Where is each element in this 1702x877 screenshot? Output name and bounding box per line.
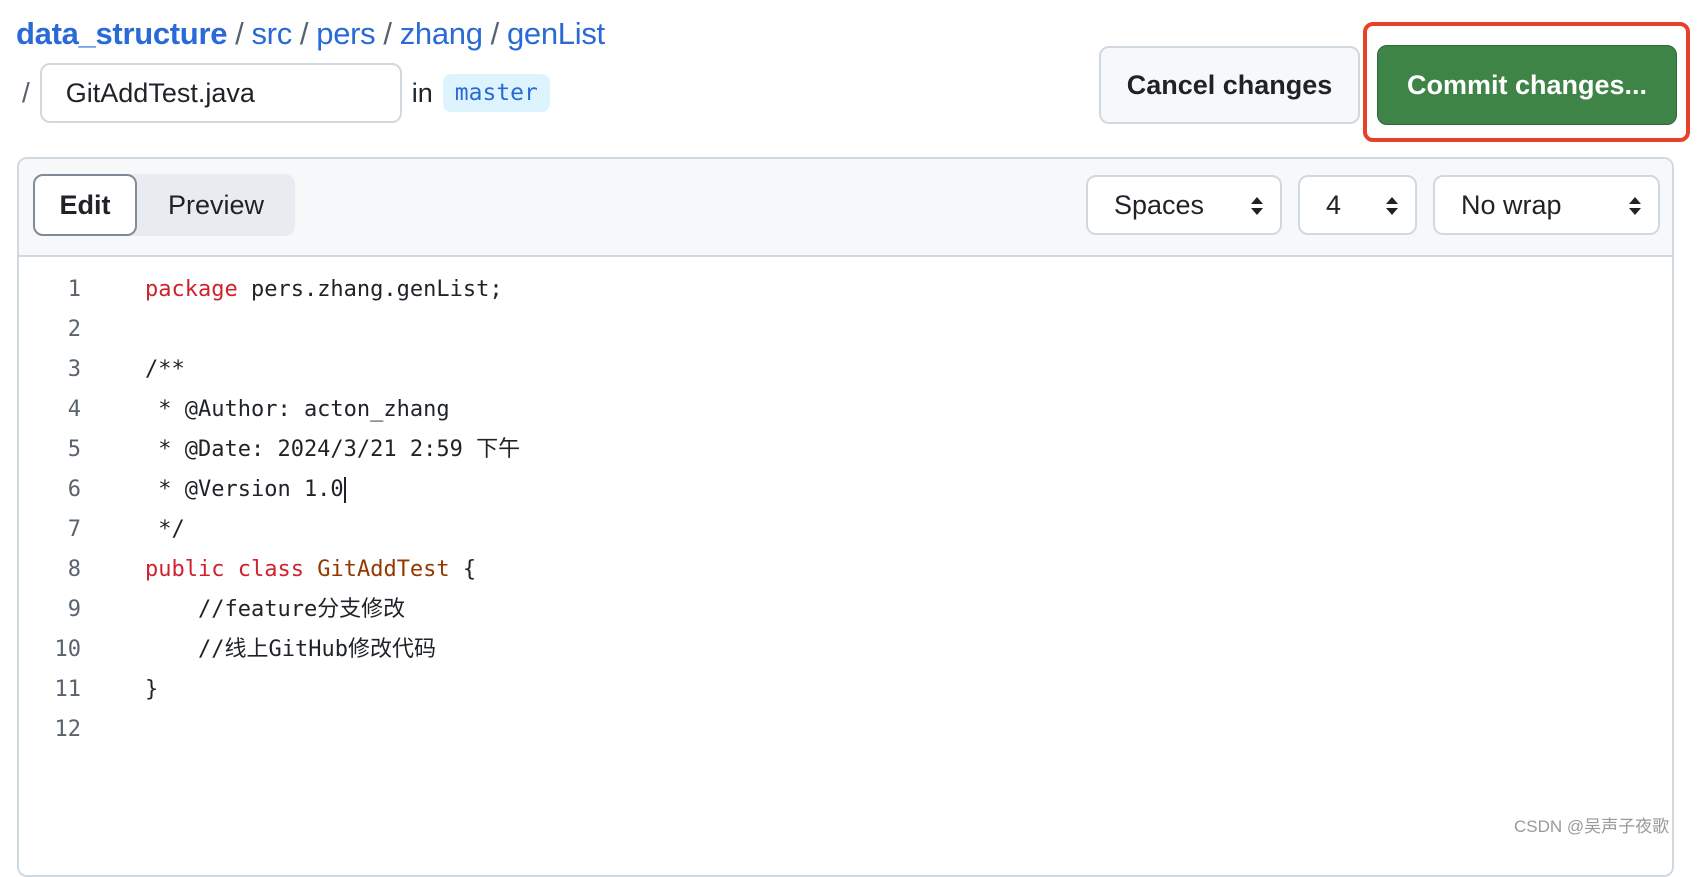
select-arrows-icon: [1629, 197, 1641, 215]
line-text: //feature分支修改: [145, 590, 405, 630]
code-token: //feature分支修改: [145, 597, 406, 622]
line-text: * @Version 1.0: [145, 470, 346, 510]
wrap-mode-value: No wrap: [1461, 189, 1562, 220]
code-token: //线上GitHub修改代码: [145, 637, 436, 662]
highlight-annotation-box: [1363, 22, 1690, 142]
line-number: 12: [54, 717, 82, 742]
code-token: */: [145, 517, 185, 542]
cancel-changes-button[interactable]: Cancel changes: [1099, 46, 1360, 124]
code-token: * @Version 1.0: [145, 477, 344, 502]
indent-mode-value: Spaces: [1114, 189, 1205, 220]
breadcrumb-zhang-link[interactable]: zhang: [400, 16, 483, 51]
breadcrumb-separator: /: [22, 77, 30, 108]
line-text: //线上GitHub修改代码: [145, 630, 436, 670]
code-line[interactable]: 7 */: [19, 510, 1669, 550]
code-line[interactable]: 9 //feature分支修改: [19, 590, 1669, 630]
code-line[interactable]: 10 //线上GitHub修改代码: [19, 630, 1669, 670]
code-token: /**: [145, 357, 185, 382]
select-arrows-icon: [1386, 197, 1398, 215]
line-number: 10: [54, 637, 82, 662]
line-number: 6: [67, 477, 81, 502]
class-name-token: GitAddTest: [317, 557, 450, 582]
tab-edit[interactable]: Edit: [33, 174, 137, 236]
in-label: in: [411, 77, 433, 108]
breadcrumb-separator: /: [490, 16, 500, 51]
keyword-token: public: [145, 557, 225, 582]
watermark: CSDN @吴声子夜歌: [1514, 817, 1670, 836]
code-token: }: [145, 677, 159, 702]
code-token: * @Date: 2024/3/21 2:59 下午: [145, 437, 521, 462]
line-number: 4: [67, 397, 81, 422]
code-line[interactable]: 2: [19, 310, 1669, 350]
tab-preview[interactable]: Preview: [137, 174, 295, 236]
line-text: * @Author: acton_zhang: [145, 390, 450, 430]
code-line[interactable]: 3 /**: [19, 350, 1669, 390]
breadcrumb-pers-link[interactable]: pers: [316, 16, 375, 51]
code-line[interactable]: 11}: [19, 670, 1669, 710]
breadcrumb-separator: /: [235, 16, 244, 51]
code-line[interactable]: 4 * @Author: acton_zhang: [19, 390, 1669, 430]
line-number: 11: [54, 677, 82, 702]
code-line[interactable]: 6 * @Version 1.0: [19, 470, 1669, 510]
line-text: /**: [145, 350, 185, 390]
line-text: }: [145, 670, 158, 710]
code-token: pers.zhang.genList;: [237, 277, 503, 302]
code-line[interactable]: 5 * @Date: 2024/3/21 2:59 下午: [19, 430, 1669, 470]
line-number: 5: [67, 437, 81, 462]
branch-badge: master: [442, 74, 550, 112]
line-number: 3: [67, 357, 81, 382]
breadcrumb-genlist-link[interactable]: genList: [507, 16, 605, 51]
line-number: 8: [67, 557, 81, 582]
line-number: 2: [67, 317, 81, 342]
line-text: * @Date: 2024/3/21 2:59 下午: [145, 430, 520, 470]
line-number: 9: [67, 597, 81, 622]
breadcrumb-separator: /: [299, 16, 309, 51]
keyword-token: class: [237, 557, 304, 582]
breadcrumb-src-link[interactable]: src: [251, 16, 292, 51]
line-text: public class GitAddTest {: [145, 550, 476, 590]
code-token: * @Author: acton_zhang: [145, 397, 450, 422]
filename-input[interactable]: GitAddTest.java: [39, 63, 402, 123]
indent-size-value: 4: [1326, 189, 1342, 220]
code-line[interactable]: 1 package pers.zhang.genList;: [19, 270, 1669, 310]
breadcrumb-separator: /: [383, 16, 392, 51]
code-token: {: [449, 557, 477, 582]
filename-row: / GitAddTest.java in master: [22, 62, 550, 124]
text-cursor: [343, 477, 346, 503]
select-arrows-icon: [1251, 197, 1263, 215]
breadcrumb: data_structure / src / pers / zhang / genList: [16, 16, 605, 52]
code-line[interactable]: 8 public class GitAddTest {: [19, 550, 1669, 590]
code-editor: Edit Preview Spaces 4 No wrap 1 package p…: [17, 157, 1674, 877]
wrap-mode-select[interactable]: No wrap: [1433, 175, 1660, 235]
line-text: package pers.zhang.genList;: [145, 270, 503, 310]
line-number: 7: [67, 517, 81, 542]
editor-toolbar: Edit Preview Spaces 4 No wrap: [19, 159, 1672, 257]
indent-mode-select[interactable]: Spaces: [1086, 175, 1282, 235]
code-line[interactable]: 12: [19, 710, 1669, 750]
indent-size-select[interactable]: 4: [1298, 175, 1417, 235]
line-text: */: [145, 510, 185, 550]
line-number: 1: [67, 277, 81, 302]
keyword-token: package: [145, 277, 238, 302]
breadcrumb-repo-link[interactable]: data_structure: [16, 16, 227, 51]
editor-tabs: Edit Preview: [33, 174, 295, 236]
